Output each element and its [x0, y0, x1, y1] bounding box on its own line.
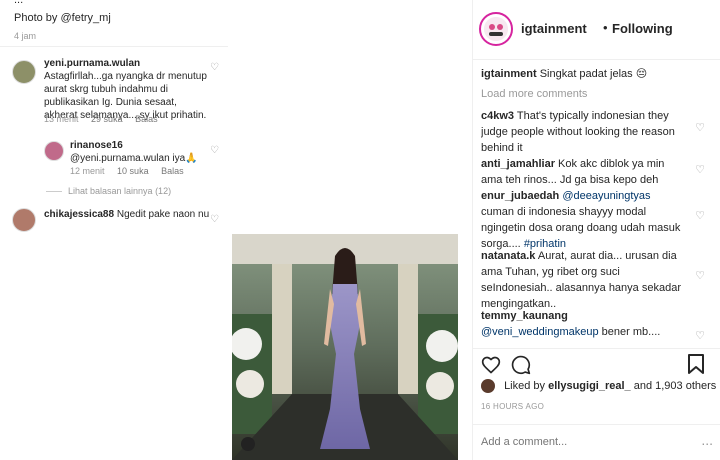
caption-text: Singkat padat jelas 😔 — [539, 68, 648, 80]
comment-username[interactable]: temmy_kaunang — [481, 308, 681, 324]
heart-icon[interactable]: ♡ — [695, 328, 705, 344]
list-item: anti_jamahliar Kok akc diblok ya min ama… — [481, 156, 705, 188]
post-time: 4 jam — [14, 31, 37, 41]
comment-username: yeni.purnama.wulan — [44, 58, 141, 69]
reply-link[interactable]: Balas — [161, 166, 184, 176]
post-header: igtainment • Following — [473, 0, 720, 60]
logo-icon — [484, 17, 508, 41]
comment-icon[interactable] — [511, 355, 531, 375]
liked-by: Liked by ellysugigi_real_ and 1,903 othe… — [481, 379, 716, 393]
liked-by-user[interactable]: ellysugigi_real_ — [548, 380, 631, 392]
heart-icon[interactable]: ♡ — [695, 268, 705, 284]
avatar — [44, 141, 64, 161]
avatar[interactable] — [479, 12, 513, 46]
heart-icon[interactable]: ♡ — [210, 145, 219, 156]
comment-body: yeni.purnama.wulan Astagfirllah...ga nya… — [44, 57, 210, 122]
post-photo[interactable] — [232, 234, 458, 460]
comment-username: chikajessica88 — [44, 209, 115, 220]
photo-credit: Photo by @fetry_mj — [14, 12, 111, 24]
heart-icon[interactable]: ♡ — [210, 214, 219, 225]
comment-meta: 13 menit 29 suka Balas — [44, 114, 158, 124]
action-bar — [473, 348, 720, 380]
comment-text: @yeni.purnama.wulan iya🙏 — [70, 153, 198, 164]
bookmark-icon[interactable] — [687, 353, 705, 375]
load-more-comments[interactable]: Load more comments — [481, 88, 587, 100]
post-timestamp[interactable]: 16 HOURS AGO — [481, 402, 544, 411]
mention-link[interactable]: @veni_weddingmakeup — [481, 326, 599, 338]
comment-form: ... — [473, 424, 720, 460]
avatar — [12, 208, 36, 232]
comment-body: rinanose16 @yeni.purnama.wulan iya🙏 — [70, 139, 200, 165]
following-button[interactable]: Following — [612, 21, 673, 36]
comment-username[interactable]: igtainment — [481, 68, 537, 80]
heart-icon[interactable]: ♡ — [695, 120, 705, 136]
list-item: natanata.k Aurat, aurat dia... urusan di… — [481, 248, 705, 312]
caption-cut-text: ... — [14, 0, 24, 6]
comment-text: bener mb.... — [601, 326, 661, 338]
comment-likes: 29 suka — [91, 114, 123, 124]
like-icon[interactable] — [481, 355, 501, 375]
comments-list: igtainment Singkat padat jelas 😔 Load mo… — [481, 66, 711, 348]
avatar — [481, 379, 495, 393]
comment-body: chikajessica88 Ngedit pake naon nu — [44, 208, 210, 221]
comment-time: 13 menit — [44, 114, 79, 124]
avatar — [12, 60, 36, 84]
add-comment-input[interactable] — [481, 433, 681, 451]
reply-link[interactable]: Balas — [135, 114, 158, 124]
profile-picture — [484, 17, 508, 41]
more-icon[interactable]: ... — [701, 432, 713, 448]
separator-dot: • — [603, 20, 608, 35]
comment-username[interactable]: enur_jubaedah — [481, 190, 559, 202]
caption: igtainment Singkat padat jelas 😔 — [481, 66, 681, 82]
post-sidebar: igtainment • Following igtainment Singka… — [472, 0, 720, 460]
heart-icon[interactable]: ♡ — [210, 62, 219, 73]
comment-meta: 12 menit 10 suka Balas — [70, 166, 184, 176]
heart-icon[interactable]: ♡ — [695, 162, 705, 178]
comment-likes: 10 suka — [117, 166, 149, 176]
liked-by-prefix: Liked by — [504, 379, 546, 392]
photo-illustration — [232, 234, 458, 460]
list-item: temmy_kaunang @veni_weddingmakeup bener … — [481, 308, 705, 342]
comment-time: 12 menit — [70, 166, 105, 176]
heart-icon[interactable]: ♡ — [695, 208, 705, 224]
comment-username: rinanose16 — [70, 140, 123, 151]
divider — [0, 46, 228, 47]
comment-text: Ngedit pake naon nu — [116, 209, 210, 220]
comment-text: cuman di indonesia shayyy modal ngingeti… — [481, 206, 681, 250]
embedded-comments-screenshot: ... Photo by @fetry_mj 4 jam yeni.purnam… — [0, 0, 228, 232]
comment-username[interactable]: natanata.k — [481, 250, 535, 262]
list-item: enur_jubaedah @deeayuningtyas cuman di i… — [481, 188, 705, 252]
mention-link[interactable]: @deeayuningtyas — [562, 190, 650, 202]
liked-by-suffix[interactable]: and 1,903 others — [634, 380, 717, 392]
view-more-replies[interactable]: Lihat balasan lainnya (12) — [46, 186, 171, 196]
comment-username[interactable]: c4kw3 — [481, 110, 514, 122]
comment-username[interactable]: anti_jamahliar — [481, 158, 555, 170]
list-item: c4kw3 That's typically indonesian they j… — [481, 108, 705, 156]
username[interactable]: igtainment — [521, 21, 587, 36]
